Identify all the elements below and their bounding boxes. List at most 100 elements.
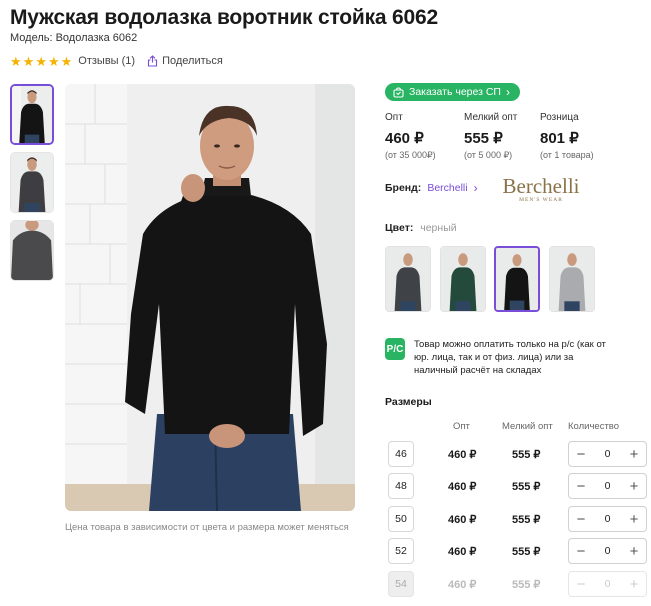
price-value: 801 ₽: [540, 130, 579, 147]
brand-logo-text: Berchelli: [503, 174, 580, 198]
order-sp-label: Заказать через СП: [409, 86, 501, 98]
plus-button: +: [629, 575, 639, 593]
size-opt-price: 460 ₽: [448, 578, 477, 591]
size-opt-price: 460 ₽: [448, 480, 477, 493]
price-label: Розница: [540, 112, 579, 123]
column-header-opt: Опт: [453, 421, 470, 432]
thumbnail-3[interactable]: [10, 220, 54, 281]
bank-transfer-icon: Р/С: [385, 338, 405, 360]
quantity-value[interactable]: 0: [605, 480, 611, 492]
payment-note: Товар можно оплатить только на р/с (как …: [414, 339, 606, 376]
star-icon: ★: [47, 53, 60, 69]
plus-button[interactable]: +: [628, 544, 640, 559]
chevron-right-icon[interactable]: ›: [474, 181, 478, 195]
size-small-opt-price: 555 ₽: [512, 448, 541, 461]
share-button[interactable]: Поделиться: [147, 55, 223, 67]
sizes-title: Размеры: [385, 396, 432, 408]
quantity-stepper: − 0 +: [568, 538, 647, 564]
minus-button[interactable]: −: [575, 544, 587, 559]
swatch-image: [550, 247, 594, 311]
color-swatch-dark-gray[interactable]: [385, 246, 431, 312]
brand-logo[interactable]: Berchelli MEN'S WEAR: [491, 174, 591, 204]
size-opt-price: 460 ₽: [448, 448, 477, 461]
thumbnail-image: [11, 221, 53, 280]
minus-button[interactable]: −: [575, 447, 587, 462]
swatch-image: [441, 247, 485, 311]
quantity-stepper: − 0 +: [568, 506, 647, 532]
brand-link[interactable]: Berchelli: [427, 182, 467, 194]
plus-button[interactable]: +: [628, 512, 640, 527]
price-wholesale: Опт 460 ₽ (от 35 000₽): [385, 112, 436, 161]
size-small-opt-price: 555 ₽: [512, 480, 541, 493]
price-label: Мелкий опт: [464, 112, 518, 123]
thumbnail-1[interactable]: [10, 84, 54, 145]
color-row: Цвет: черный: [385, 222, 457, 234]
size-label: 54: [388, 571, 414, 597]
size-small-opt-price: 555 ₽: [512, 545, 541, 558]
size-row: 50 460 ₽ 555 ₽ − 0 +: [388, 506, 650, 532]
column-header-small-opt: Мелкий опт: [502, 421, 553, 432]
size-row: 48 460 ₽ 555 ₽ − 0 +: [388, 473, 650, 499]
size-opt-price: 460 ₽: [448, 513, 477, 526]
color-label: Цвет:: [385, 222, 414, 234]
size-row-disabled: 54 460 ₽ 555 ₽ − 0 +: [388, 571, 650, 597]
price-value: 555 ₽: [464, 130, 503, 147]
plus-button[interactable]: +: [628, 447, 640, 462]
size-small-opt-price: 555 ₽: [512, 513, 541, 526]
color-swatch-black[interactable]: [494, 246, 540, 312]
quantity-value[interactable]: 0: [605, 545, 611, 557]
plus-button[interactable]: +: [628, 479, 640, 494]
color-swatch-green[interactable]: [440, 246, 486, 312]
chevron-right-icon: ›: [505, 85, 510, 99]
price-note: (от 5 000 ₽): [464, 150, 513, 160]
page-title: Мужская водолазка воротник стойка 6062: [10, 6, 438, 29]
price-small-wholesale: Мелкий опт 555 ₽ (от 5 000 ₽): [464, 112, 517, 161]
color-value: черный: [420, 222, 457, 234]
star-icon: ★: [22, 53, 35, 69]
size-label: 48: [388, 473, 414, 499]
price-retail: Розница 801 ₽ (от 1 товара): [540, 112, 594, 160]
price-note: (от 1 товара): [540, 150, 594, 160]
quantity-value: 0: [604, 578, 611, 590]
rating-row: ★ ★ ★ ★ ★ Отзывы (1) Поделиться: [10, 54, 223, 68]
model-label: Модель: Водолазка 6062: [10, 32, 138, 44]
price-label: Опт: [385, 112, 403, 123]
main-product-image[interactable]: [65, 84, 355, 511]
product-photo: [65, 84, 355, 511]
reviews-link[interactable]: Отзывы (1): [78, 55, 135, 67]
thumbnail-image: [12, 86, 52, 143]
price-note: (от 35 000₽): [385, 150, 436, 160]
minus-button[interactable]: −: [575, 479, 587, 494]
size-label: 52: [388, 538, 414, 564]
size-label: 50: [388, 506, 414, 532]
quantity-value[interactable]: 0: [605, 448, 611, 460]
minus-button[interactable]: −: [575, 512, 587, 527]
share-icon: [148, 55, 158, 67]
thumbnail-image: [11, 153, 53, 212]
price-value: 460 ₽: [385, 130, 424, 147]
order-sp-button[interactable]: Заказать через СП ›: [385, 83, 520, 101]
swatch-image: [496, 248, 538, 310]
rating-stars: ★ ★ ★ ★ ★: [10, 55, 72, 68]
price-caption: Цена товара в зависимости от цвета и раз…: [65, 522, 349, 533]
size-label: 46: [388, 441, 414, 467]
star-icon: ★: [10, 53, 22, 69]
cart-icon: [393, 86, 404, 98]
brand-row: Бренд: Berchelli ›: [385, 176, 478, 200]
star-icon: ★: [35, 53, 47, 69]
size-small-opt-price: 555 ₽: [512, 578, 541, 591]
thumbnail-2[interactable]: [10, 152, 54, 213]
quantity-stepper: − 0 +: [568, 473, 647, 499]
star-icon: ★: [60, 53, 73, 69]
quantity-stepper: − 0 +: [568, 571, 647, 597]
minus-button: −: [576, 575, 586, 593]
column-header-qty: Количество: [568, 421, 620, 432]
brand-logo-subtext: MEN'S WEAR: [519, 197, 563, 203]
size-row: 52 460 ₽ 555 ₽ − 0 +: [388, 538, 650, 564]
size-row: 46 460 ₽ 555 ₽ − 0 +: [388, 441, 650, 467]
swatch-image: [386, 247, 430, 311]
quantity-value[interactable]: 0: [605, 513, 611, 525]
share-label: Поделиться: [162, 55, 223, 67]
quantity-stepper: − 0 +: [568, 441, 647, 467]
color-swatch-light-gray[interactable]: [549, 246, 595, 312]
